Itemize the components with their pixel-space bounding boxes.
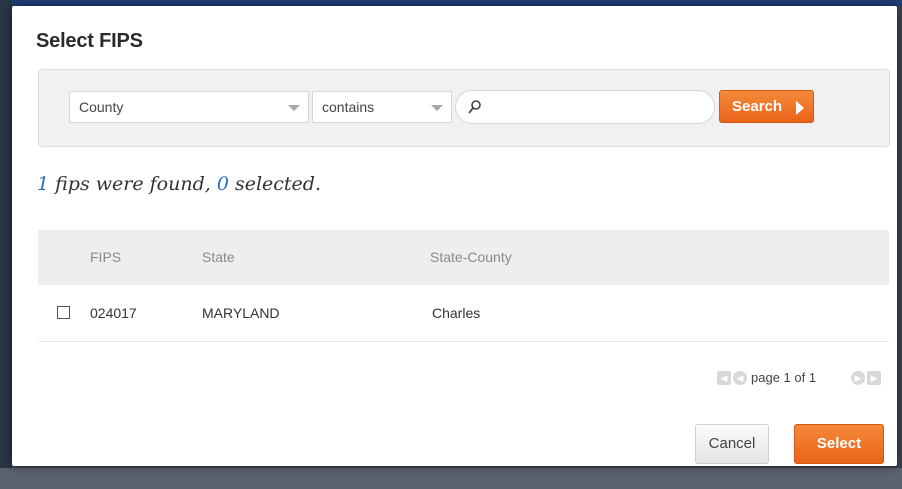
found-text: fips were found,: [49, 173, 217, 195]
found-count: 1: [37, 173, 50, 195]
selected-count: 0: [216, 173, 229, 195]
result-summary: 1 fips were found, 0 selected.: [37, 173, 321, 195]
operator-select-value: contains: [322, 99, 375, 115]
selected-text: selected.: [228, 173, 321, 195]
search-button-label: Search: [732, 98, 783, 115]
field-select[interactable]: County: [69, 91, 309, 123]
search-button[interactable]: Search: [719, 90, 814, 123]
cell-fips: 024017: [90, 305, 137, 321]
backdrop-left: [0, 0, 12, 489]
dialog-title: Select FIPS: [36, 30, 143, 52]
cell-state: MARYLAND: [202, 305, 280, 321]
column-header-fips[interactable]: FIPS: [90, 249, 121, 265]
column-header-state[interactable]: State: [202, 249, 235, 265]
next-page-icon[interactable]: ▶: [851, 371, 865, 385]
backdrop-bottom: [0, 468, 902, 489]
cell-state-county: Charles: [432, 305, 481, 321]
search-input[interactable]: [486, 97, 701, 117]
table-row[interactable]: 024017 MARYLAND Charles: [38, 286, 889, 342]
search-icon: [468, 100, 481, 114]
cancel-button[interactable]: Cancel: [695, 424, 769, 464]
last-page-icon[interactable]: ▶: [867, 371, 881, 385]
row-checkbox[interactable]: [57, 306, 70, 319]
prev-page-icon[interactable]: ◀: [733, 371, 747, 385]
search-panel: County contains Search: [38, 69, 890, 147]
first-page-icon[interactable]: ◀: [717, 371, 731, 385]
play-arrow-icon: [796, 101, 804, 115]
chevron-down-icon: [288, 105, 300, 111]
chevron-down-icon: [431, 105, 443, 111]
page-indicator: page 1 of 1: [751, 370, 817, 385]
select-button[interactable]: Select: [794, 424, 884, 464]
field-select-value: County: [79, 99, 124, 115]
search-input-wrapper: [455, 90, 715, 124]
select-fips-dialog: Select FIPS County contains Search 1 fip…: [12, 6, 897, 466]
column-header-state-county[interactable]: State-County: [430, 249, 512, 265]
operator-select[interactable]: contains: [312, 91, 452, 123]
table-header: FIPS State State-County: [38, 230, 889, 285]
